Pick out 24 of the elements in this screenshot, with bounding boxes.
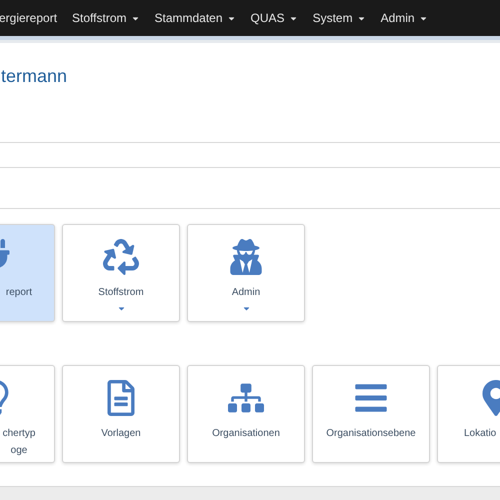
- tile-label: report: [6, 286, 32, 300]
- tile-label: Lokatio: [464, 427, 496, 441]
- menu-tile[interactable]: chertyp oge: [0, 365, 55, 463]
- nav-menu-item[interactable]: System: [312, 11, 366, 25]
- recycle-icon: [103, 239, 139, 275]
- nav-menu-item[interactable]: Stammdaten: [154, 11, 236, 25]
- tile-label: chertyp oge: [2, 427, 36, 458]
- tile-label: Stoffstrom: [98, 286, 144, 300]
- spy-icon: [228, 239, 264, 275]
- menu-tile[interactable]: Stoffstrom: [62, 224, 180, 322]
- menu-tile[interactable]: report: [0, 224, 55, 322]
- tile-label: Vorlagen: [101, 427, 141, 441]
- tile-label: Organisationen: [212, 427, 280, 441]
- menu-tile[interactable]: Vorlagen: [62, 365, 180, 463]
- tile-label: Organisationsebene: [326, 427, 416, 441]
- menu-tile[interactable]: Admin: [187, 224, 305, 322]
- menu-tile[interactable]: Organisationen: [187, 365, 305, 463]
- menu-tile[interactable]: Lokatio: [437, 365, 500, 463]
- nav-menu-item[interactable]: Admin: [380, 11, 428, 25]
- nav-menu-item[interactable]: QUAS: [250, 11, 298, 25]
- page-title: termann: [1, 66, 68, 88]
- menu-tile[interactable]: Organisationsebene: [312, 365, 430, 463]
- tile-label: Admin: [232, 286, 260, 300]
- nav-menu-item[interactable]: Stoffstrom: [72, 11, 140, 25]
